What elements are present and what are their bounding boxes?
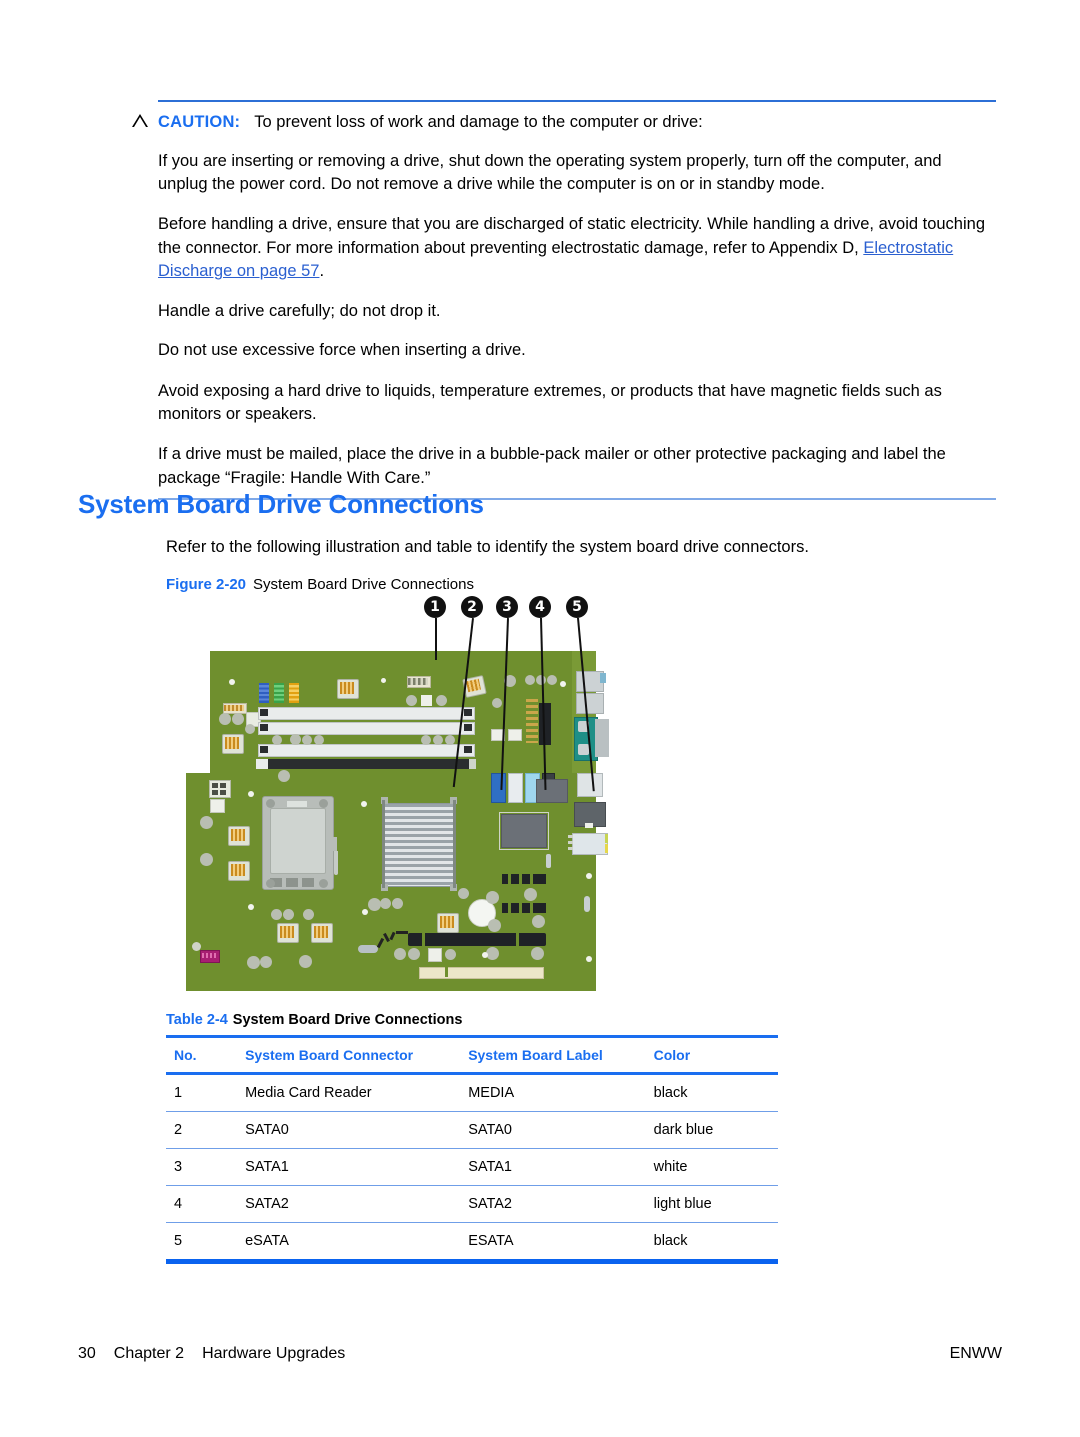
column-header-no: No. <box>174 1047 197 1063</box>
table-row: 5 eSATA ESATA black <box>166 1223 778 1262</box>
footer-chapter: Chapter 2 <box>113 1345 185 1362</box>
section-intro-text: Refer to the following illustration and … <box>166 538 809 556</box>
cell-connector: SATA0 <box>245 1122 289 1138</box>
cell-no: 2 <box>174 1122 183 1138</box>
caution-paragraph-esd: Before handling a drive, ensure that you… <box>158 213 994 283</box>
cell-connector: SATA2 <box>245 1196 289 1212</box>
drive-connections-table-block: Table 2-4 System Board Drive Connections … <box>166 1012 778 1264</box>
cell-no: 4 <box>174 1196 183 1212</box>
table-title: System Board Drive Connections <box>232 1012 463 1028</box>
sata1-connector <box>508 773 523 803</box>
cell-connector: eSATA <box>245 1233 289 1249</box>
cell-color: dark blue <box>653 1122 714 1138</box>
footer-locale: ENWW <box>949 1345 1002 1362</box>
column-header-color: Color <box>653 1047 691 1063</box>
callout-1: 1 <box>424 596 446 618</box>
io-port-usb-stack <box>577 773 603 797</box>
cell-color: black <box>653 1085 688 1101</box>
drive-connections-table: No. System Board Connector System Board … <box>166 1035 778 1264</box>
footer-left: 30 Chapter 2 Hardware Upgrades <box>78 1345 363 1363</box>
caution-block: CAUTION: To prevent loss of work and dama… <box>132 100 996 501</box>
table-body: 1 Media Card Reader MEDIA black 2 SATA0 … <box>166 1074 778 1262</box>
cell-no: 5 <box>174 1233 183 1249</box>
table-row: 1 Media Card Reader MEDIA black <box>166 1074 778 1112</box>
caution-triangle-icon <box>132 114 148 127</box>
caution-headline: CAUTION: To prevent loss of work and dama… <box>158 112 996 133</box>
table-row: 2 SATA0 SATA0 dark blue <box>166 1112 778 1149</box>
motherboard-illustration <box>186 651 626 991</box>
cell-label: SATA2 <box>468 1196 512 1212</box>
table-number: Table 2-4 <box>166 1012 228 1028</box>
heatsink-grille <box>384 803 454 887</box>
cell-connector: Media Card Reader <box>245 1085 372 1101</box>
callout-2: 2 <box>461 596 483 618</box>
cell-color: light blue <box>653 1196 712 1212</box>
cell-label: ESATA <box>468 1233 514 1249</box>
cell-no: 3 <box>174 1159 183 1175</box>
caution-paragraph-2: Handle a drive carefully; do not drop it… <box>158 301 441 320</box>
cell-no: 1 <box>174 1085 183 1101</box>
figure-number: Figure 2-20 <box>166 576 247 593</box>
caution-paragraph-4: Avoid exposing a hard drive to liquids, … <box>158 381 942 423</box>
table-row: 3 SATA1 SATA1 white <box>166 1149 778 1186</box>
caution-top-rule <box>158 100 996 102</box>
io-port-audio <box>572 833 608 855</box>
cell-label: SATA1 <box>468 1159 512 1175</box>
column-header-connector: System Board Connector <box>245 1047 414 1063</box>
sata0-connector <box>491 773 506 803</box>
caution-paragraph-3: Do not use excessive force when insertin… <box>158 341 526 360</box>
table-row: 4 SATA2 SATA2 light blue <box>166 1186 778 1223</box>
footer-chapter-title: Hardware Upgrades <box>202 1345 346 1362</box>
io-port-ps2-2 <box>576 693 604 714</box>
table-header-row: No. System Board Connector System Board … <box>166 1036 778 1074</box>
callout-5: 5 <box>566 596 588 618</box>
document-page: CAUTION: To prevent loss of work and dama… <box>0 0 1080 1437</box>
callout-4: 4 <box>529 596 551 618</box>
cell-label: MEDIA <box>468 1085 515 1101</box>
caution-paragraph-1: If you are inserting or removing a drive… <box>158 151 942 194</box>
caution-label: CAUTION: <box>158 113 241 131</box>
cell-connector: SATA1 <box>245 1159 289 1175</box>
figure-caption: Figure 2-20 System Board Drive Connection… <box>166 576 474 593</box>
cell-label: SATA0 <box>468 1122 512 1138</box>
figure-title: System Board Drive Connections <box>253 576 474 593</box>
page-title: System Board Drive Connections <box>78 489 484 519</box>
cell-color: black <box>653 1233 688 1249</box>
caution-paragraph-5: If a drive must be mailed, place the dri… <box>158 445 946 487</box>
cell-color: white <box>653 1159 688 1175</box>
esd-text-after: . <box>319 262 325 281</box>
table-caption: Table 2-4 System Board Drive Connections <box>166 1012 778 1028</box>
leader-line-1 <box>435 618 437 660</box>
table-head: No. System Board Connector System Board … <box>166 1036 778 1074</box>
page-footer: 30 Chapter 2 Hardware Upgrades ENWW <box>78 1345 1002 1363</box>
callout-3: 3 <box>496 596 518 618</box>
column-header-label: System Board Label <box>468 1047 603 1063</box>
system-board-figure: 1 2 3 4 5 <box>166 596 636 1001</box>
esd-text-before: Before handling a drive, ensure that you… <box>158 215 985 257</box>
caution-lead-text: To prevent loss of work and damage to th… <box>254 113 703 131</box>
footer-page-number: 30 <box>78 1345 96 1362</box>
